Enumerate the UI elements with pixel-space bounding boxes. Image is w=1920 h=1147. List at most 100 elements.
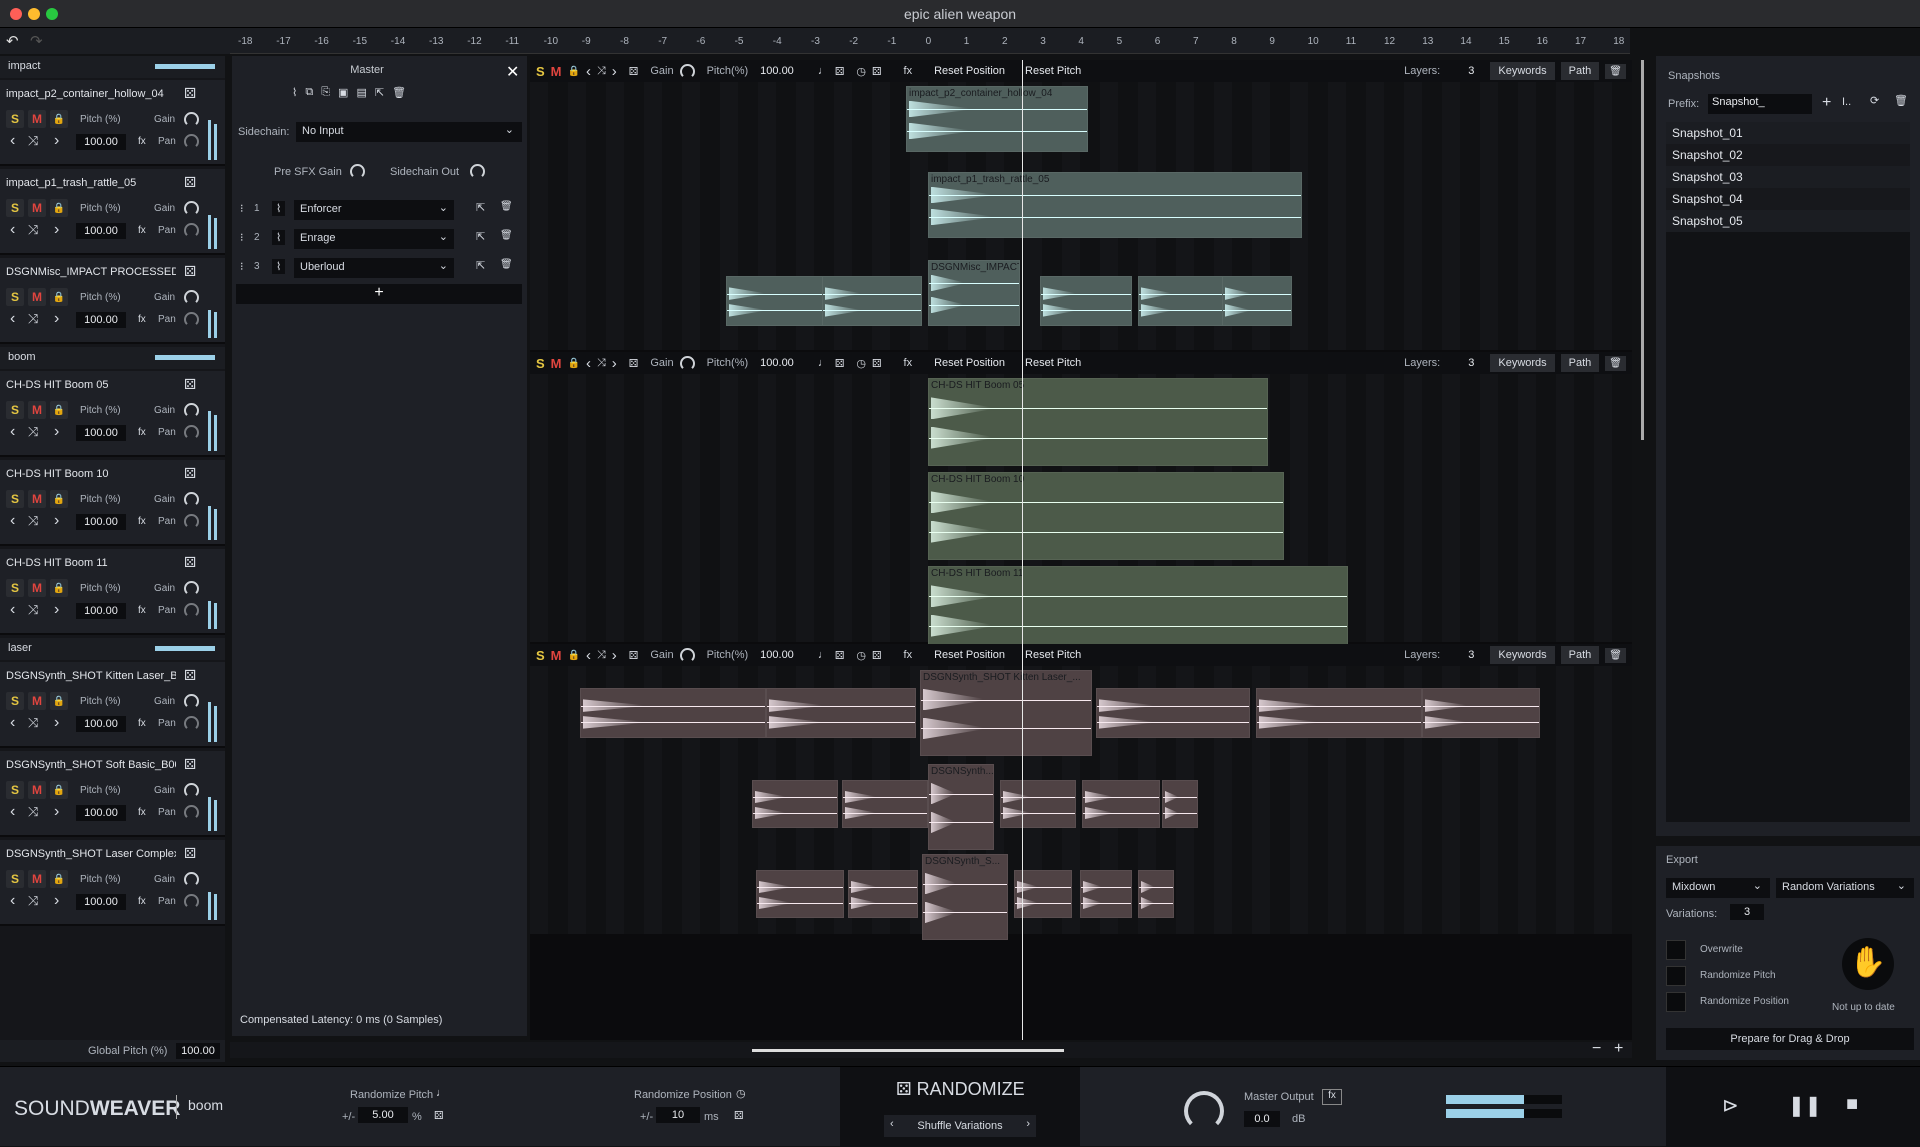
chevron-right-icon[interactable]: › [54,221,59,239]
pitch-input[interactable]: 100.00 [76,805,126,821]
effect-slot[interactable]: ⁝ 1 ⌇ Enforcer ⌄ ⇱ 🗑 [232,198,527,222]
pitch-input[interactable]: 100.00 [76,603,126,619]
lock-icon[interactable]: 🔒 [50,781,68,799]
layer-card[interactable]: DSGNSynth_SHOT Kitten Laser_B... ⚄ S M 🔒 Pitc… [0,662,225,748]
curve-icon[interactable]: ⌇ [272,259,286,274]
audio-clip[interactable] [1080,870,1132,918]
drag-handle-icon[interactable]: ⁝ [240,231,244,244]
keywords-button[interactable]: Keywords [1490,354,1555,372]
dice-icon[interactable]: ⚄ [184,85,196,102]
plus-icon[interactable]: + [1822,94,1831,112]
dice-icon[interactable]: ⚄ [872,65,882,78]
pause-icon[interactable]: ❚❚ [1788,1093,1822,1118]
effect-select[interactable]: Enforcer ⌄ [294,200,454,220]
lock-icon[interactable]: 🔒 [50,199,68,217]
shuffle-icon[interactable]: ⤨ [597,65,606,78]
undo-icon[interactable]: ↶ [6,32,19,50]
path-button[interactable]: Path [1560,354,1600,372]
audio-clip[interactable]: DSGNMisc_IMPACT D... [928,260,1020,326]
gain-knob[interactable] [679,63,695,79]
trash-icon[interactable]: 🗑 [500,230,513,241]
chevron-right-icon[interactable]: › [612,647,617,664]
shuffle-icon[interactable]: ⤨ [28,311,38,327]
pan-knob[interactable] [184,223,199,238]
gain-knob[interactable] [184,403,199,418]
audio-clip[interactable] [1040,276,1132,326]
gain-knob[interactable] [184,290,199,305]
lock-icon[interactable]: 🔒 [50,110,68,128]
reset-position-button[interactable]: Reset Position [934,649,1005,661]
close-icon[interactable]: ✕ [506,62,519,82]
mute-button[interactable]: M [28,288,46,306]
audio-clip[interactable] [752,780,838,828]
fx-button[interactable]: fx [138,427,146,438]
pan-knob[interactable] [184,894,199,909]
solo-button[interactable]: S [6,579,24,597]
shuffle-icon[interactable]: ⤨ [28,893,38,909]
audio-clip[interactable] [822,276,922,326]
clock-icon[interactable]: ◷ [856,357,866,370]
add-effect-button[interactable]: + [236,284,522,304]
lock-icon[interactable]: 🔒 [50,870,68,888]
pan-knob[interactable] [184,514,199,529]
chevron-right-icon[interactable]: › [54,423,59,441]
redo-icon[interactable]: ↷ [30,32,43,50]
chevron-right-icon[interactable]: › [612,355,617,372]
dice-icon[interactable]: ⚄ [434,1109,444,1122]
audio-clip[interactable] [842,780,928,828]
dice-icon[interactable]: ⚄ [184,263,196,280]
audio-clip[interactable] [1138,276,1224,326]
pre-sfx-gain-knob[interactable] [350,164,365,179]
lock-icon[interactable]: 🔒 [568,358,580,369]
layer-card[interactable]: DSGNSynth_SHOT Laser Complex... ⚄ S M 🔒 Pitch… [0,840,225,926]
export-icon[interactable]: ⇱ [375,86,384,99]
lock-icon[interactable]: 🔒 [568,650,580,661]
dice-icon[interactable]: ⚄ [734,1109,744,1122]
trash-icon[interactable]: 🗑 [392,86,406,99]
audio-clip[interactable] [1082,780,1160,828]
mute-button[interactable]: M [28,401,46,419]
chevron-right-icon[interactable]: › [54,714,59,732]
pitch-input[interactable]: 100.00 [76,223,126,239]
shuffle-icon[interactable]: ⤨ [28,222,38,238]
rename-icon[interactable]: I.. [1842,96,1851,108]
shuffle-icon[interactable]: ⤨ [28,804,38,820]
effect-select[interactable]: Enrage ⌄ [294,229,454,249]
mute-button[interactable]: M [28,870,46,888]
gain-knob[interactable] [679,355,695,371]
group-fader[interactable] [155,64,215,69]
chevron-right-icon[interactable]: › [54,892,59,910]
solo-button[interactable]: S [6,199,24,217]
group-header[interactable]: boom [0,347,225,369]
layer-card[interactable]: CH-DS HIT Boom 11 ⚄ S M 🔒 Pitch (%) Gain ‹ ⤨ › 100… [0,549,225,635]
audio-clip[interactable] [1422,688,1540,738]
group-header[interactable]: laser [0,638,225,660]
audio-clip[interactable] [1000,780,1076,828]
shuffle-icon[interactable]: ⤨ [597,357,606,370]
curve-icon[interactable]: ⌇ [272,201,286,216]
mute-button[interactable]: M [28,199,46,217]
pan-knob[interactable] [184,805,199,820]
clock-icon[interactable]: ◷ [856,65,866,78]
pitch-input[interactable]: 100.00 [76,716,126,732]
lock-icon[interactable]: 🔒 [50,692,68,710]
trash-icon[interactable]: 🗑 [500,201,513,212]
randomize-position-checkbox[interactable] [1666,992,1686,1012]
gain-knob[interactable] [679,647,695,663]
pitch-input[interactable]: 100.00 [76,894,126,910]
chevron-left-icon[interactable]: ‹ [10,803,15,821]
randomize-button[interactable]: ⚄ RANDOMIZE [896,1079,1025,1100]
pitch-input[interactable]: 100.00 [76,134,126,150]
chevron-right-icon[interactable]: › [612,63,617,80]
dice-icon[interactable]: ⚄ [629,649,639,662]
fx-button[interactable]: fx [138,807,146,818]
lock-icon[interactable]: 🔒 [50,401,68,419]
audio-clip[interactable]: impact_p2_container_hollow_04 [906,86,1088,152]
pitch-input[interactable]: 100.00 [76,514,126,530]
group-fader[interactable] [155,646,215,651]
drag-handle-icon[interactable]: ⁝ [240,202,244,215]
shuffle-icon[interactable]: ⤨ [28,715,38,731]
export-mode-select[interactable]: Mixdown ⌄ [1666,878,1770,898]
trash-icon[interactable]: 🗑 [1605,63,1626,79]
play-from-icon[interactable]: ⊳ [1722,1093,1739,1118]
